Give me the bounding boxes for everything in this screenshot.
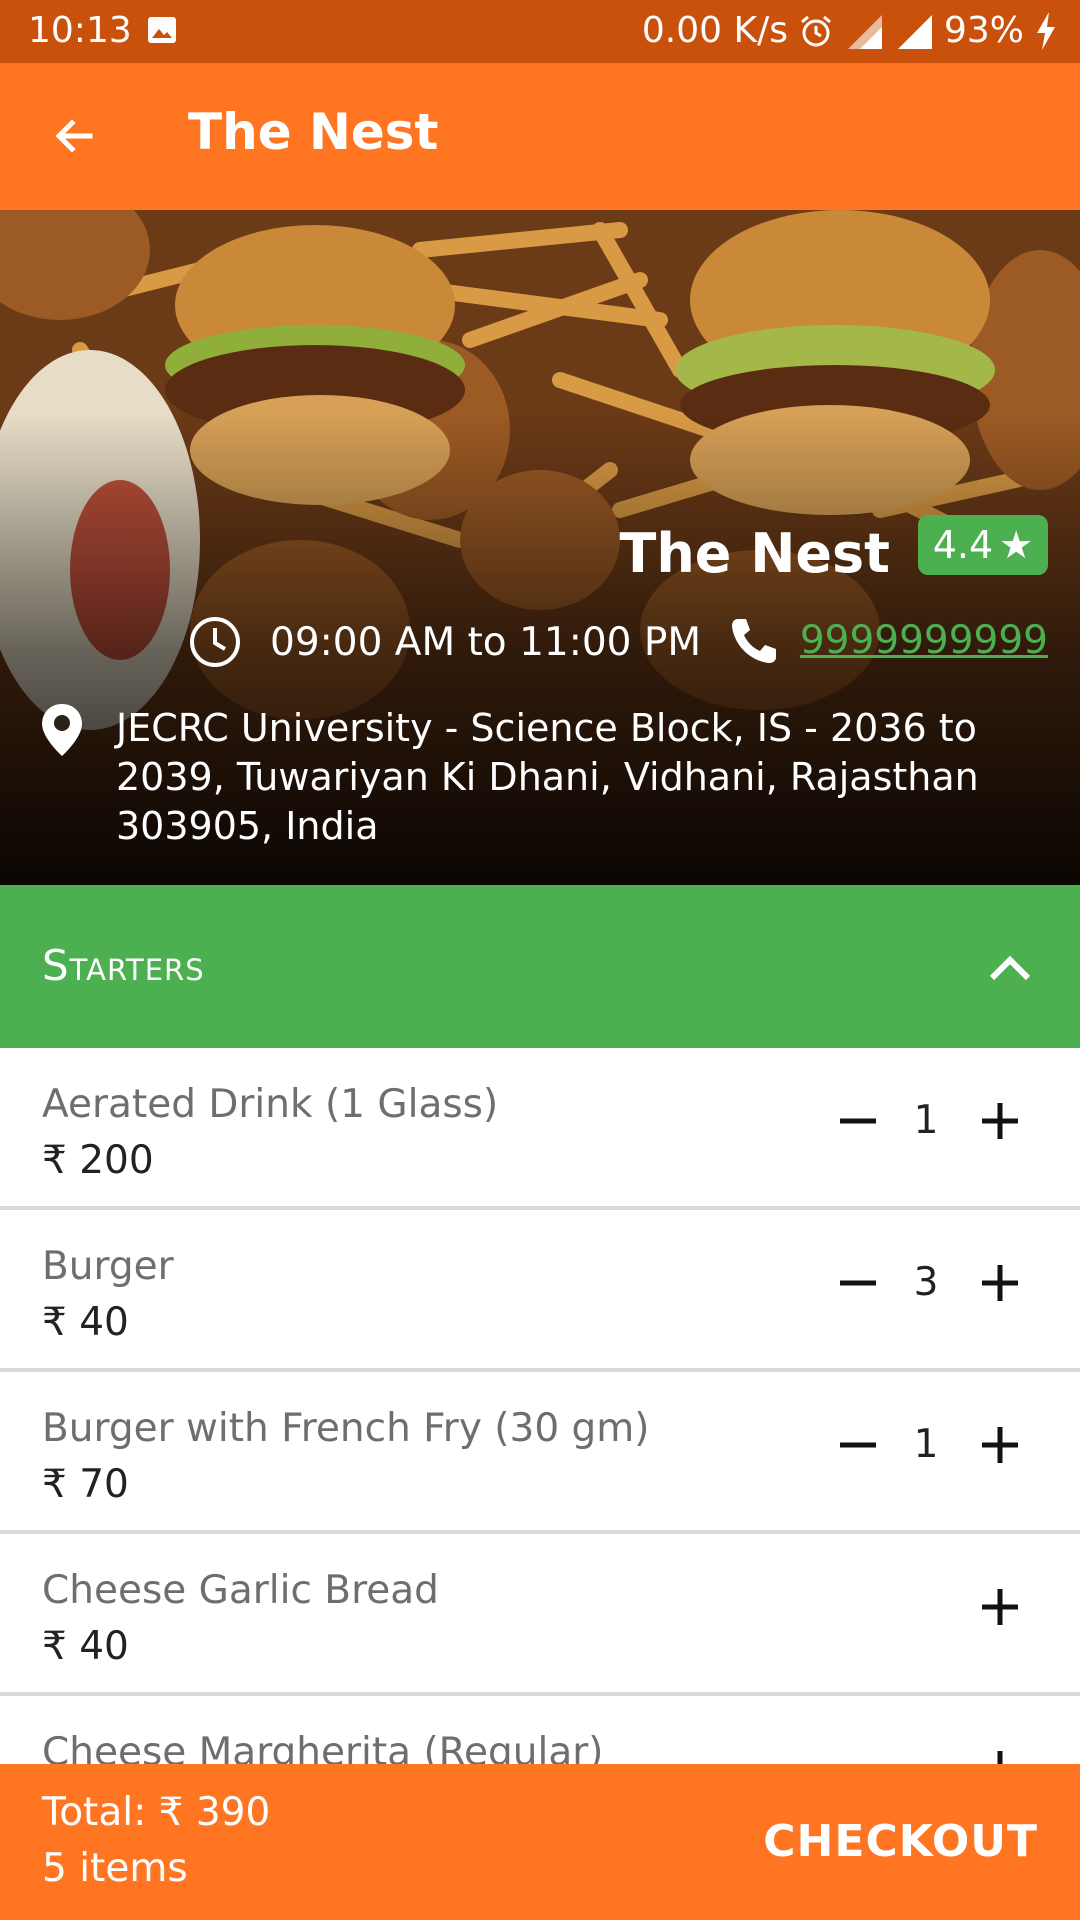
restaurant-address: JECRC University - Science Block, IS - 2… bbox=[116, 706, 979, 848]
plus-icon bbox=[982, 1427, 1018, 1463]
chevron-up-icon bbox=[989, 955, 1031, 981]
item-name: Aerated Drink (1 Glass) bbox=[42, 1082, 499, 1127]
item-price: ₹ 200 bbox=[42, 1138, 154, 1183]
checkout-button[interactable]: CHECKOUT bbox=[763, 1816, 1038, 1867]
checkout-bar: Total: ₹ 390 5 items CHECKOUT bbox=[0, 1764, 1080, 1920]
list-item: Burger ₹ 40 3 bbox=[0, 1210, 1080, 1372]
rating-value: 4.4 bbox=[932, 523, 994, 567]
status-indicators: 0.00 K/s 93% bbox=[642, 10, 1058, 51]
collapse-toggle[interactable] bbox=[980, 937, 1040, 997]
item-price: ₹ 70 bbox=[42, 1462, 129, 1507]
item-name: Burger bbox=[42, 1244, 174, 1289]
image-notification-icon bbox=[148, 17, 176, 43]
decrease-button[interactable] bbox=[830, 1093, 886, 1149]
list-item: Burger with French Fry (30 gm) ₹ 70 1 bbox=[0, 1372, 1080, 1534]
menu-list: Aerated Drink (1 Glass) ₹ 200 1 Burger ₹… bbox=[0, 1048, 1080, 1858]
battery-level: 93% bbox=[943, 10, 1024, 51]
increase-button[interactable] bbox=[972, 1255, 1028, 1311]
quantity-value: 3 bbox=[913, 1260, 939, 1305]
signal-4g-icon bbox=[847, 14, 882, 49]
cart-total: Total: ₹ 390 bbox=[42, 1790, 271, 1835]
decrease-button[interactable] bbox=[830, 1417, 886, 1473]
hours-text: 09:00 AM to 11:00 PM bbox=[270, 619, 702, 665]
alarm-icon bbox=[801, 15, 831, 46]
rating-badge: 4.4 ★ bbox=[918, 515, 1048, 575]
opening-hours: 09:00 AM to 11:00 PM bbox=[188, 615, 701, 669]
plus-icon bbox=[982, 1103, 1018, 1139]
minus-icon bbox=[840, 1442, 876, 1448]
cart-item-count: 5 items bbox=[42, 1846, 188, 1891]
decrease-button[interactable] bbox=[830, 1255, 886, 1311]
status-time: 10:13 bbox=[28, 10, 132, 51]
quantity-value: 1 bbox=[913, 1422, 939, 1467]
section-header-starters[interactable]: Starters bbox=[0, 885, 1080, 1048]
minus-icon bbox=[840, 1280, 876, 1286]
item-name: Burger with French Fry (30 gm) bbox=[42, 1406, 650, 1451]
back-button[interactable] bbox=[46, 108, 102, 164]
app-bar: The Nest bbox=[0, 63, 1080, 210]
add-button[interactable] bbox=[972, 1579, 1028, 1635]
item-price: ₹ 40 bbox=[42, 1624, 129, 1669]
item-name: Cheese Garlic Bread bbox=[42, 1568, 439, 1613]
star-icon: ★ bbox=[999, 523, 1034, 567]
item-price: ₹ 40 bbox=[42, 1300, 129, 1345]
restaurant-name: The Nest bbox=[619, 522, 890, 585]
restaurant-header: The Nest 4.4 ★ 09:00 AM to 11:00 PM 9999… bbox=[0, 210, 1080, 885]
page-title: The Nest bbox=[188, 103, 439, 161]
phone-link[interactable]: 9999999999 bbox=[800, 618, 1048, 663]
plus-icon bbox=[982, 1265, 1018, 1301]
quantity-value: 1 bbox=[913, 1098, 939, 1143]
increase-button[interactable] bbox=[972, 1093, 1028, 1149]
phone-icon[interactable] bbox=[728, 615, 780, 667]
net-speed: 0.00 K/s bbox=[641, 10, 788, 51]
minus-icon bbox=[840, 1118, 876, 1124]
signal-icon bbox=[897, 14, 932, 49]
section-title: Starters bbox=[42, 941, 205, 990]
status-bar: 10:13 0.00 K/s 93% bbox=[0, 0, 1080, 63]
plus-icon bbox=[982, 1589, 1018, 1625]
increase-button[interactable] bbox=[972, 1417, 1028, 1473]
clock-icon bbox=[190, 617, 240, 667]
list-item: Cheese Garlic Bread ₹ 40 bbox=[0, 1534, 1080, 1696]
list-item: Aerated Drink (1 Glass) ₹ 200 1 bbox=[0, 1048, 1080, 1210]
location-pin-icon bbox=[42, 704, 82, 756]
arrow-left-icon bbox=[55, 119, 93, 153]
charging-icon bbox=[1037, 11, 1055, 50]
